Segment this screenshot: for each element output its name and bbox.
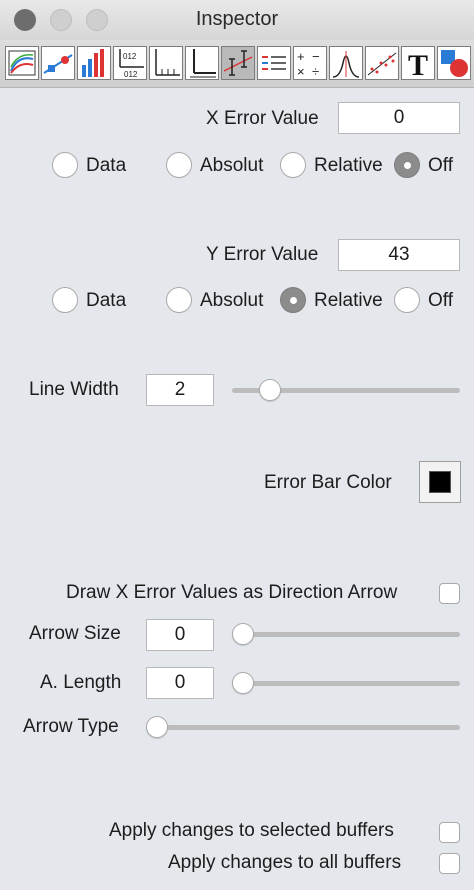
arrow-size-slider[interactable] [232, 623, 460, 645]
arrow-size-slider-knob[interactable] [232, 623, 254, 645]
curve-fit-icon [332, 51, 360, 78]
direction-arrow-label: Draw X Error Values as Direction Arrow [66, 582, 398, 603]
error-bar-color-well[interactable] [419, 461, 461, 503]
y-error-radio-absolut[interactable] [166, 287, 192, 313]
x-error-option-absolut-label: Absolut [200, 155, 264, 176]
x-error-radio-relative[interactable] [280, 152, 306, 178]
y-error-radio-relative[interactable] [280, 287, 306, 313]
legend-list-icon [262, 56, 286, 70]
bar-chart-icon [82, 49, 104, 77]
arrow-length-slider[interactable] [232, 672, 460, 694]
y-error-option-off-label: Off [428, 290, 453, 311]
y-error-value-label: Y Error Value [206, 244, 319, 265]
tool-axis-ticks[interactable]: 012 012 [113, 46, 147, 80]
tool-shapes[interactable] [437, 46, 471, 80]
apply-selected-label: Apply changes to selected buffers [109, 820, 394, 841]
x-error-value-label: X Error Value [206, 108, 319, 129]
y-error-value-field[interactable]: 43 [338, 239, 460, 271]
svg-text:÷: ÷ [312, 64, 319, 79]
text-tool-icon: T [408, 49, 428, 79]
y-error-radio-data[interactable] [52, 287, 78, 313]
tool-curve-fit[interactable] [329, 46, 363, 80]
arrow-type-slider[interactable] [146, 716, 460, 738]
line-marker-icon [43, 54, 73, 74]
line-width-slider[interactable] [232, 379, 460, 401]
tool-error-bars[interactable] [221, 46, 255, 80]
error-bars-icon [223, 50, 253, 76]
line-width-field[interactable]: 2 [146, 374, 214, 406]
y-error-option-absolut-label: Absolut [200, 290, 264, 311]
tool-legend-list[interactable] [257, 46, 291, 80]
arrow-type-slider-knob[interactable] [146, 716, 168, 738]
x-error-option-off-label: Off [428, 155, 453, 176]
direction-arrow-checkbox[interactable] [439, 583, 460, 604]
error-bar-color-swatch [429, 471, 451, 493]
apply-selected-checkbox[interactable] [439, 822, 460, 843]
x-error-radio-off[interactable] [394, 152, 420, 178]
title-bar: Inspector [0, 0, 474, 40]
y-error-option-relative-label: Relative [314, 290, 383, 311]
tool-bar-chart[interactable] [77, 46, 111, 80]
arrow-type-label: Arrow Type [23, 716, 119, 737]
regression-line-icon [367, 52, 397, 76]
x-error-value-field[interactable]: 0 [338, 102, 460, 134]
apply-all-checkbox[interactable] [439, 853, 460, 874]
arrow-length-label: A. Length [40, 672, 122, 693]
tool-regression-line[interactable] [365, 46, 399, 80]
shapes-icon [441, 50, 468, 77]
tool-math-operations[interactable]: + − × ÷ [293, 46, 327, 80]
line-width-label: Line Width [29, 379, 119, 400]
svg-text:+: + [297, 49, 305, 64]
window-title: Inspector [195, 8, 279, 30]
math-operations-icon: + − × ÷ [297, 49, 320, 79]
arrow-length-field[interactable]: 0 [146, 667, 214, 699]
svg-text:−: − [312, 49, 320, 64]
axis-frame-icon [190, 49, 216, 78]
tool-axis-frame[interactable] [185, 46, 219, 80]
x-error-radio-absolut[interactable] [166, 152, 192, 178]
x-error-option-relative-label: Relative [314, 155, 383, 176]
tool-axis-scale[interactable] [149, 46, 183, 80]
error-bar-color-label: Error Bar Color [264, 472, 392, 493]
tool-text[interactable]: T [401, 46, 435, 80]
x-error-radio-data[interactable] [52, 152, 78, 178]
svg-text:012: 012 [123, 52, 137, 61]
line-width-slider-knob[interactable] [258, 379, 281, 401]
svg-text:×: × [297, 64, 305, 79]
svg-text:T: T [408, 49, 428, 79]
arrow-length-slider-knob[interactable] [232, 672, 254, 694]
y-error-radio-off[interactable] [394, 287, 420, 313]
y-error-option-data-label: Data [86, 290, 127, 311]
tool-line-marker[interactable] [41, 46, 75, 80]
x-error-option-data-label: Data [86, 155, 127, 176]
svg-text:012: 012 [124, 70, 138, 79]
arrow-size-field[interactable]: 0 [146, 619, 214, 651]
apply-all-label: Apply changes to all buffers [168, 852, 402, 873]
axis-scale-icon [155, 49, 180, 76]
inspector-toolbar: 012 012 + − × ÷ T [0, 40, 474, 88]
arrow-size-label: Arrow Size [29, 623, 121, 644]
tool-plot-style[interactable] [5, 46, 39, 80]
plot-style-icon [8, 50, 36, 76]
axis-ticks-icon: 012 012 [119, 49, 144, 79]
